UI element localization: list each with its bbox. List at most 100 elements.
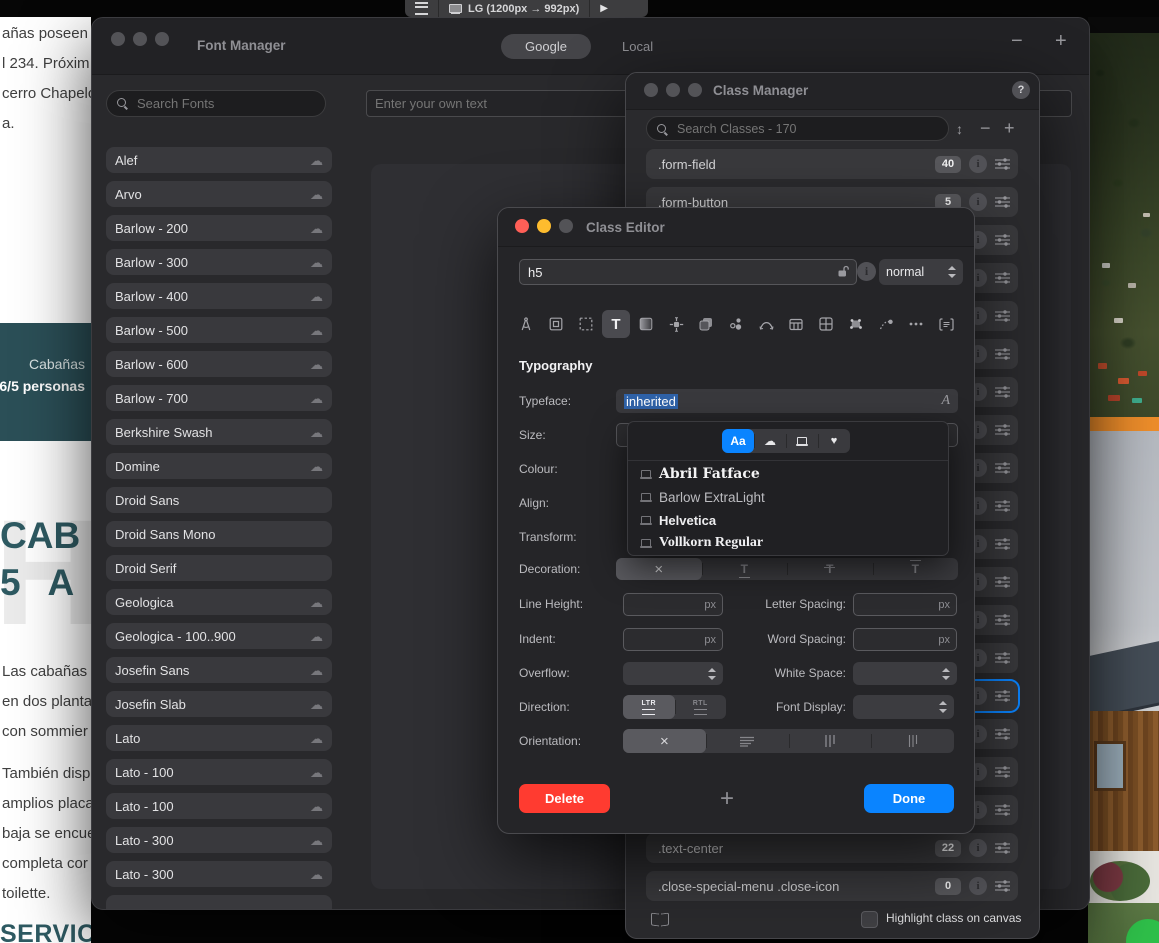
font-list-item[interactable]: Geologica ☁ xyxy=(106,589,332,615)
cloud-download-icon[interactable]: ☁ xyxy=(310,426,323,439)
font-option[interactable]: Helvetica xyxy=(640,512,940,528)
font-list-item[interactable]: Barlow - 200 ☁ xyxy=(106,215,332,241)
grid-tab-icon[interactable] xyxy=(812,310,840,338)
cloud-download-icon[interactable]: ☁ xyxy=(310,256,323,269)
add-property-button[interactable]: + xyxy=(720,785,734,813)
font-list-item[interactable]: ☁ xyxy=(106,895,332,910)
font-list-item[interactable]: Lato - 100 ☁ xyxy=(106,759,332,785)
sliders-icon[interactable] xyxy=(995,766,1010,778)
decoration-strikethrough-option[interactable]: T xyxy=(787,558,873,580)
indent-input[interactable]: px xyxy=(623,628,723,651)
cloud-download-icon[interactable]: ☁ xyxy=(310,188,323,201)
remove-font-button[interactable]: − xyxy=(1011,30,1023,53)
state-select[interactable]: normal xyxy=(879,259,963,285)
cloud-download-icon[interactable]: ☁ xyxy=(310,358,323,371)
cloud-download-icon[interactable]: ☁ xyxy=(310,664,323,677)
font-source-all-option[interactable]: Aa xyxy=(722,429,754,453)
preview-play-button[interactable]: ▶ xyxy=(590,0,618,17)
cloud-download-icon[interactable]: ☁ xyxy=(310,596,323,609)
overflow-select[interactable] xyxy=(623,662,723,685)
class-row[interactable]: .close-special-menu .close-icon 0 i xyxy=(646,871,1018,901)
font-option[interactable]: Abril Fatface xyxy=(640,466,940,482)
sliders-icon[interactable] xyxy=(995,462,1010,474)
font-list-item[interactable]: Geologica - 100..900 ☁ xyxy=(106,623,332,649)
unlock-icon[interactable] xyxy=(837,265,850,283)
menu-button[interactable] xyxy=(405,0,438,17)
table-tab-icon[interactable] xyxy=(782,310,810,338)
orientation-vertical-rl-option[interactable] xyxy=(871,729,954,753)
add-font-button[interactable]: + xyxy=(1055,30,1067,53)
add-class-button[interactable]: + xyxy=(1004,116,1015,141)
typography-tab-icon[interactable]: T xyxy=(602,310,630,338)
font-source-cloud-option[interactable]: ☁ xyxy=(754,429,786,453)
letter-spacing-input[interactable]: px xyxy=(853,593,957,616)
transition-tab-icon[interactable] xyxy=(752,310,780,338)
font-list-item[interactable]: Berkshire Swash ☁ xyxy=(106,419,332,445)
cloud-download-icon[interactable]: ☁ xyxy=(310,732,323,745)
font-list-item[interactable]: Lato - 300 ☁ xyxy=(106,861,332,887)
info-icon[interactable]: i xyxy=(969,155,987,173)
color-dots-tab-icon[interactable] xyxy=(722,310,750,338)
line-height-input[interactable]: px xyxy=(623,593,723,616)
measure-tab-icon[interactable] xyxy=(512,310,540,338)
cloud-download-icon[interactable]: ☁ xyxy=(310,460,323,473)
cloud-download-icon[interactable]: ☁ xyxy=(310,222,323,235)
sliders-icon[interactable] xyxy=(995,310,1010,322)
class-row[interactable]: .text-center 22 i xyxy=(646,833,1018,863)
sliders-icon[interactable] xyxy=(995,272,1010,284)
sliders-icon[interactable] xyxy=(995,386,1010,398)
font-list-item[interactable]: Alef ☁ xyxy=(106,147,332,173)
font-list-item[interactable]: Droid Sans Mono ☁ xyxy=(106,521,332,547)
zoom-button[interactable] xyxy=(155,32,169,46)
sliders-icon[interactable] xyxy=(995,804,1010,816)
sliders-icon[interactable] xyxy=(995,196,1010,208)
font-list-item[interactable]: Lato - 300 ☁ xyxy=(106,827,332,853)
cloud-download-icon[interactable]: ☁ xyxy=(310,392,323,405)
sliders-icon[interactable] xyxy=(995,842,1010,854)
freeform-tab-icon[interactable] xyxy=(842,310,870,338)
sliders-icon[interactable] xyxy=(995,424,1010,436)
tab-google[interactable]: Google xyxy=(501,34,591,59)
font-list-item[interactable]: Barlow - 700 ☁ xyxy=(106,385,332,411)
decoration-none-option[interactable]: × xyxy=(616,558,702,580)
info-icon[interactable]: i xyxy=(857,262,876,281)
orientation-horizontal-option[interactable] xyxy=(706,729,789,753)
cloud-download-icon[interactable]: ☁ xyxy=(310,630,323,643)
more-tab-icon[interactable] xyxy=(902,310,930,338)
word-spacing-input[interactable]: px xyxy=(853,628,957,651)
font-list-item[interactable]: Barlow - 300 ☁ xyxy=(106,249,332,275)
sliders-icon[interactable] xyxy=(995,500,1010,512)
class-search-input[interactable] xyxy=(646,116,949,141)
sliders-icon[interactable] xyxy=(995,652,1010,664)
sort-classes-button[interactable]: ↕ xyxy=(956,116,963,141)
sliders-icon[interactable] xyxy=(995,234,1010,246)
decoration-overline-option[interactable]: T xyxy=(873,558,959,580)
cloud-download-icon[interactable]: ☁ xyxy=(310,800,323,813)
background-tab-icon[interactable] xyxy=(632,310,660,338)
sliders-icon[interactable] xyxy=(995,576,1010,588)
font-list-item[interactable]: Josefin Slab ☁ xyxy=(106,691,332,717)
class-name-input[interactable] xyxy=(519,259,857,285)
zoom-button[interactable] xyxy=(688,83,702,97)
sliders-icon[interactable] xyxy=(995,614,1010,626)
shadow-tab-icon[interactable] xyxy=(692,310,720,338)
font-list-item[interactable]: Domine ☁ xyxy=(106,453,332,479)
spacing-tab-icon[interactable] xyxy=(572,310,600,338)
cloud-download-icon[interactable]: ☁ xyxy=(310,324,323,337)
font-option[interactable]: Vollkorn Regular xyxy=(640,535,940,551)
direction-ltr-option[interactable]: LTR xyxy=(623,695,675,719)
minimize-button[interactable] xyxy=(666,83,680,97)
font-display-select[interactable] xyxy=(853,695,954,719)
direction-rtl-option[interactable]: RTL xyxy=(675,695,727,719)
close-button[interactable] xyxy=(111,32,125,46)
font-list-item[interactable]: Barlow - 500 ☁ xyxy=(106,317,332,343)
delete-button[interactable]: Delete xyxy=(519,784,610,813)
font-list-item[interactable]: Lato - 100 ☁ xyxy=(106,793,332,819)
typeface-field[interactable]: inherited A xyxy=(616,389,958,413)
cloud-download-icon[interactable]: ☁ xyxy=(310,290,323,303)
font-list-item[interactable]: Arvo ☁ xyxy=(106,181,332,207)
remove-class-button[interactable]: − xyxy=(980,116,991,141)
cloud-download-icon[interactable]: ☁ xyxy=(310,868,323,881)
cloud-download-icon[interactable]: ☁ xyxy=(310,766,323,779)
font-source-local-option[interactable] xyxy=(786,429,818,453)
